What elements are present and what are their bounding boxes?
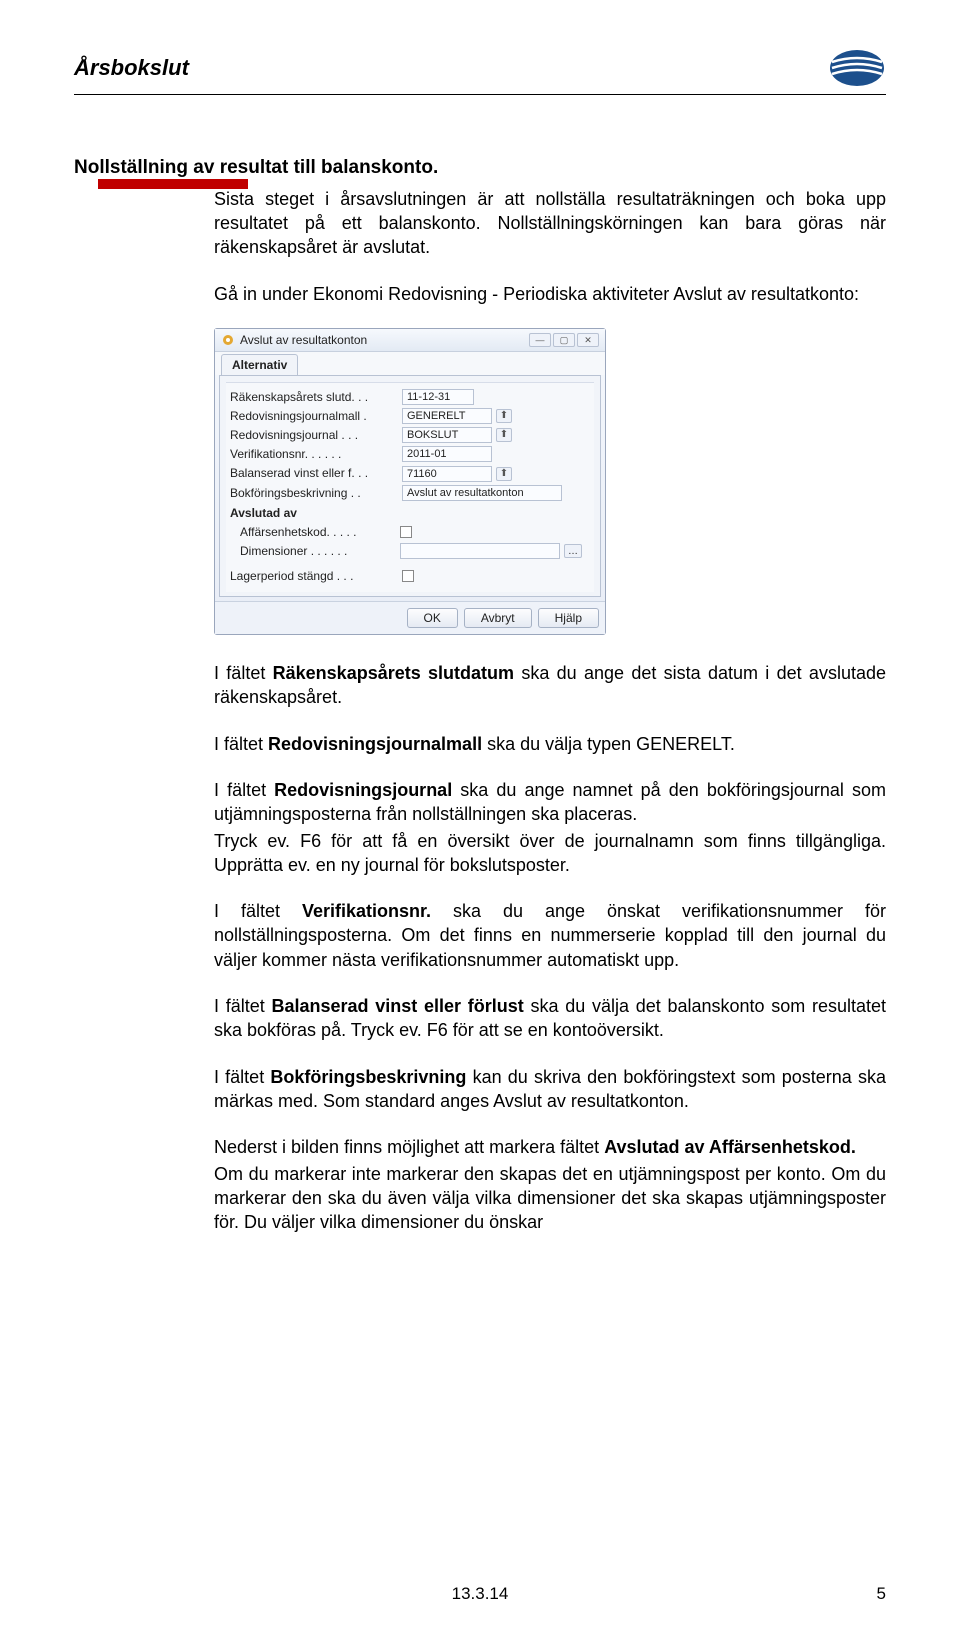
paragraph: I fältet Räkenskapsårets slutdatum ska d… bbox=[214, 661, 886, 710]
page-number: 5 bbox=[877, 1583, 886, 1606]
red-accent-bar bbox=[98, 179, 248, 189]
paragraph: I fältet Redovisningsjournal ska du ange… bbox=[214, 778, 886, 827]
field-label: Bokföringsbeskrivning . . bbox=[230, 485, 398, 501]
ellipsis-button[interactable]: … bbox=[564, 544, 582, 558]
paragraph: I fältet Redovisningsjournalmall ska du … bbox=[214, 732, 886, 756]
paragraph: I fältet Balanserad vinst eller förlust … bbox=[214, 994, 886, 1043]
paragraph: Om du markerar inte markerar den skapas … bbox=[214, 1162, 886, 1235]
lookup-icon[interactable]: ⬆ bbox=[496, 428, 512, 442]
field-label: Redovisningsjournalmall . bbox=[230, 408, 398, 424]
paragraph: I fältet Verifikationsnr. ska du ange ön… bbox=[214, 899, 886, 972]
help-button[interactable]: Hjälp bbox=[538, 608, 599, 628]
text-input[interactable]: 71160 bbox=[402, 466, 492, 482]
dialog-titlebar: Avslut av resultatkonton — ▢ ✕ bbox=[215, 329, 605, 352]
ok-button[interactable]: OK bbox=[407, 608, 458, 628]
cancel-button[interactable]: Avbryt bbox=[464, 608, 532, 628]
paragraph: Sista steget i årsavslutningen är att no… bbox=[214, 187, 886, 260]
group-heading: Avslutad av bbox=[228, 502, 592, 522]
paragraph: Nederst i bilden finns möjlighet att mar… bbox=[214, 1135, 886, 1159]
dialog-title: Avslut av resultatkonton bbox=[240, 332, 367, 348]
paragraph: Tryck ev. F6 för att få en översikt över… bbox=[214, 829, 886, 878]
paragraph: Gå in under Ekonomi Redovisning - Period… bbox=[214, 282, 886, 306]
paragraph: I fältet Bokföringsbeskrivning kan du sk… bbox=[214, 1065, 886, 1114]
text-input[interactable] bbox=[400, 543, 560, 559]
section-heading: Nollställning av resultat till balanskon… bbox=[74, 155, 886, 181]
field-label: Balanserad vinst eller f. . . bbox=[230, 465, 398, 481]
doc-title: Årsbokslut bbox=[74, 53, 189, 83]
close-button[interactable]: ✕ bbox=[577, 333, 599, 347]
gear-icon bbox=[221, 333, 235, 347]
field-label: Lagerperiod stängd . . . bbox=[230, 568, 398, 584]
dialog-window: Avslut av resultatkonton — ▢ ✕ Alternati… bbox=[214, 328, 606, 635]
tab-alternativ[interactable]: Alternativ bbox=[221, 354, 298, 375]
text-input[interactable]: Avslut av resultatkonton bbox=[402, 485, 562, 501]
field-label: Verifikationsnr. . . . . . bbox=[230, 446, 398, 462]
text-input[interactable]: BOKSLUT bbox=[402, 427, 492, 443]
field-label: Redovisningsjournal . . . bbox=[230, 427, 398, 443]
minimize-button[interactable]: — bbox=[529, 333, 551, 347]
field-label: Affärsenhetskod. . . . . bbox=[240, 524, 396, 540]
text-input[interactable]: GENERELT bbox=[402, 408, 492, 424]
checkbox[interactable] bbox=[400, 526, 412, 538]
date-input[interactable]: 11-12-31 bbox=[402, 389, 474, 405]
field-label: Räkenskapsårets slutd. . . bbox=[230, 389, 398, 405]
footer-date: 13.3.14 bbox=[0, 1583, 960, 1606]
text-input[interactable]: 2011-01 bbox=[402, 446, 492, 462]
company-logo-icon bbox=[828, 48, 886, 88]
maximize-button[interactable]: ▢ bbox=[553, 333, 575, 347]
field-label: Dimensioner . . . . . . bbox=[240, 543, 396, 559]
header-rule bbox=[74, 94, 886, 95]
lookup-icon[interactable]: ⬆ bbox=[496, 467, 512, 481]
checkbox[interactable] bbox=[402, 570, 414, 582]
lookup-icon[interactable]: ⬆ bbox=[496, 409, 512, 423]
